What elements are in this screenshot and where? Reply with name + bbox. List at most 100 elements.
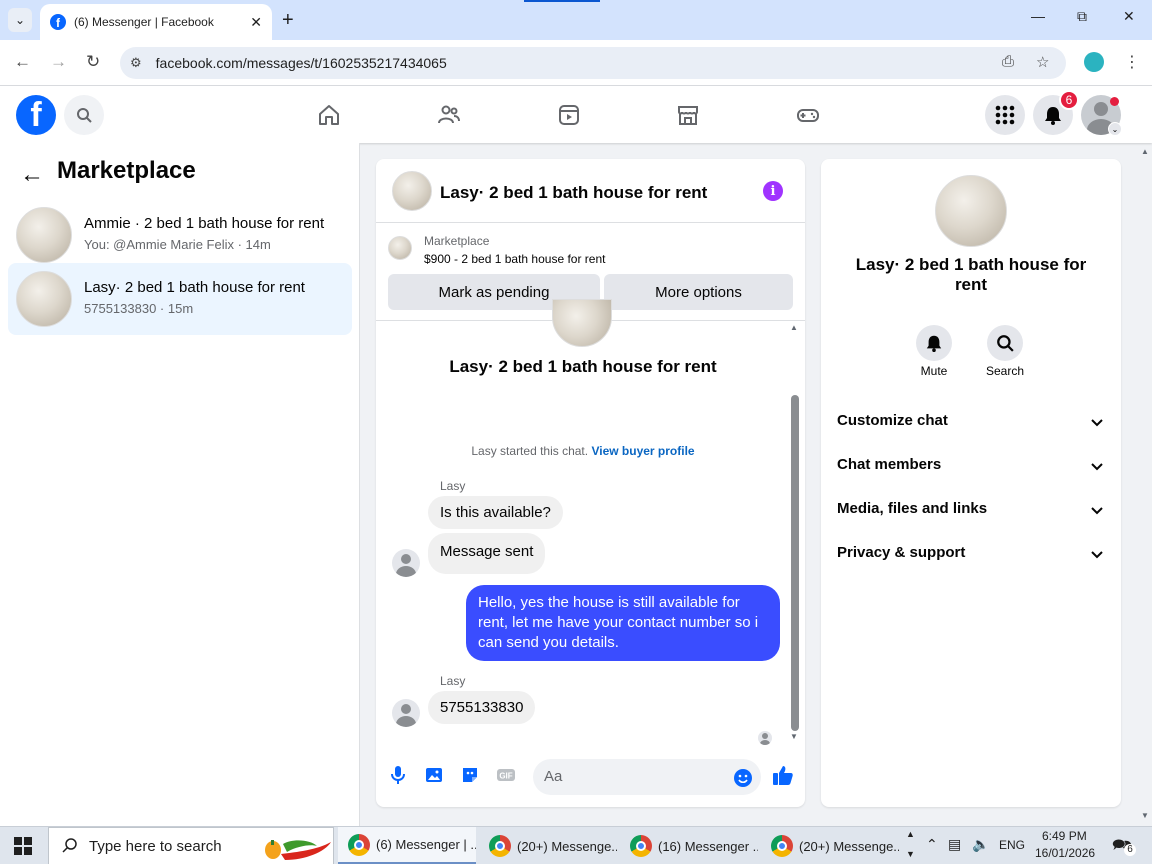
- action-center-count-badge: 6: [1124, 844, 1136, 856]
- sender-avatar[interactable]: [392, 699, 420, 727]
- facebook-search-button[interactable]: [64, 95, 104, 135]
- search-in-chat-button[interactable]: [987, 325, 1023, 361]
- chevron-down-icon: [1091, 551, 1103, 559]
- chat-title[interactable]: Lasy· 2 bed 1 bath house for rent: [440, 183, 707, 203]
- taskbar-search-box[interactable]: Type here to search: [48, 827, 334, 864]
- taskbar-app-messenger-3[interactable]: (16) Messenger ...: [620, 827, 758, 864]
- hidden-icons-chevron-icon[interactable]: ⌃: [926, 836, 938, 853]
- bell-icon: [926, 335, 942, 352]
- conversation-subtitle: You: @Ammie Marie Felix · 14m: [84, 237, 271, 252]
- back-icon[interactable]: ←: [14, 52, 31, 72]
- marketplace-icon[interactable]: [676, 103, 700, 127]
- bell-icon: [1045, 107, 1061, 125]
- page-scroll-up-icon[interactable]: ▲: [1141, 147, 1149, 156]
- menu-button[interactable]: [985, 95, 1025, 135]
- outgoing-message[interactable]: Hello, yes the house is still available …: [466, 585, 780, 661]
- microphone-icon[interactable]: [388, 765, 408, 785]
- message-input[interactable]: Aa: [533, 759, 761, 795]
- chevron-down-icon: [1091, 507, 1103, 515]
- new-tab-icon[interactable]: +: [282, 8, 294, 32]
- gif-icon[interactable]: GIF: [496, 765, 516, 785]
- back-arrow-icon[interactable]: ←: [20, 161, 44, 189]
- gaming-icon[interactable]: [796, 103, 820, 127]
- taskbar-app-messenger-2[interactable]: (20+) Messenge...: [479, 827, 617, 864]
- taskbar-app-label: (16) Messenger ...: [658, 838, 758, 854]
- clock-time[interactable]: 6:49 PM: [1042, 829, 1087, 843]
- clock-date[interactable]: 16/01/2026: [1035, 846, 1095, 860]
- browser-menu-icon[interactable]: ⋮: [1124, 52, 1140, 72]
- video-icon[interactable]: [557, 103, 581, 127]
- grid-menu-icon: [995, 105, 1015, 125]
- message-sender: Lasy: [440, 674, 466, 688]
- reload-icon[interactable]: ↻: [86, 52, 100, 72]
- chat-header: Lasy· 2 bed 1 bath house for rent i: [376, 159, 805, 223]
- tab-search-dropdown-icon[interactable]: ⌄: [8, 8, 32, 32]
- account-alert-dot: [1110, 97, 1119, 106]
- tab-title: (6) Messenger | Facebook: [74, 15, 214, 29]
- address-bar-row: ← → ↻ ⚙ facebook.com/messages/t/16025352…: [0, 40, 1152, 86]
- taskbar-scroll-up-icon[interactable]: ▲: [906, 829, 915, 839]
- facebook-favicon-icon: f: [50, 14, 66, 30]
- taskbar-app-messenger-1[interactable]: (6) Messenger | ...: [338, 827, 476, 864]
- network-icon[interactable]: ▤: [948, 836, 961, 853]
- taskbar-app-label: (6) Messenger | ...: [376, 837, 476, 852]
- bookmark-star-icon[interactable]: ☆: [1036, 53, 1049, 71]
- seen-indicator-avatar: [758, 731, 772, 745]
- chat-header-thumbnail[interactable]: [392, 171, 432, 211]
- incoming-message[interactable]: Is this available?: [428, 496, 563, 529]
- media-files-links-row[interactable]: Media, files and links: [837, 500, 1105, 524]
- site-info-icon[interactable]: ⚙: [130, 55, 142, 71]
- listing-price-title[interactable]: $900 - 2 bed 1 bath house for rent: [424, 252, 605, 266]
- install-app-icon[interactable]: ⎙: [1002, 53, 1014, 70]
- tab-strip-indicator: [524, 0, 600, 2]
- photo-icon[interactable]: [424, 765, 444, 785]
- sender-avatar[interactable]: [392, 549, 420, 577]
- browser-profile-avatar[interactable]: [1084, 52, 1104, 72]
- more-options-button[interactable]: More options: [604, 274, 793, 310]
- tab-close-icon[interactable]: ✕: [250, 14, 262, 31]
- taskbar-scroll-down-icon[interactable]: ▼: [906, 849, 915, 859]
- search-icon: [62, 838, 77, 853]
- browser-tab[interactable]: f (6) Messenger | Facebook ✕: [40, 4, 272, 40]
- sticker-icon[interactable]: [460, 765, 480, 785]
- panel-title: Marketplace: [57, 157, 196, 184]
- customize-chat-row[interactable]: Customize chat: [837, 412, 1105, 436]
- facebook-logo-icon[interactable]: f: [16, 95, 56, 135]
- windows-start-icon[interactable]: [14, 837, 32, 855]
- minimize-icon[interactable]: —: [1031, 8, 1045, 24]
- window-close-icon[interactable]: ✕: [1123, 8, 1135, 25]
- emoji-icon[interactable]: [733, 768, 753, 788]
- chat-scrollbar-thumb[interactable]: [791, 395, 799, 731]
- chevron-down-icon[interactable]: ⌄: [1108, 122, 1122, 136]
- restore-icon[interactable]: ⧉: [1077, 8, 1087, 25]
- thumbs-up-icon[interactable]: [772, 764, 794, 786]
- home-icon[interactable]: [317, 103, 341, 127]
- listing-thumbnail[interactable]: [388, 236, 412, 260]
- chat-members-row[interactable]: Chat members: [837, 456, 1105, 480]
- language-indicator[interactable]: ENG: [999, 838, 1025, 852]
- search-icon: [77, 108, 92, 123]
- info-icon[interactable]: i: [763, 181, 783, 201]
- incoming-message[interactable]: 5755133830: [428, 691, 536, 724]
- scroll-down-arrow-icon[interactable]: ▼: [790, 732, 798, 741]
- url-text[interactable]: facebook.com/messages/t/1602535217434065: [156, 55, 447, 71]
- conversation-item-active[interactable]: Lasy· 2 bed 1 bath house for rent 575513…: [8, 263, 352, 335]
- row-label: Media, files and links: [837, 500, 988, 517]
- chat-details-thumbnail[interactable]: [935, 175, 1007, 247]
- scroll-up-arrow-icon[interactable]: ▲: [790, 323, 798, 332]
- incoming-message[interactable]: Message sent: [428, 533, 546, 574]
- row-label: Privacy & support: [837, 544, 966, 561]
- page-scroll-down-icon[interactable]: ▼: [1141, 811, 1149, 820]
- privacy-support-row[interactable]: Privacy & support: [837, 544, 1105, 568]
- forward-icon[interactable]: →: [50, 52, 67, 72]
- mute-label: Mute: [920, 364, 948, 378]
- view-buyer-profile-link[interactable]: View buyer profile: [591, 444, 694, 458]
- friends-icon[interactable]: [437, 103, 461, 127]
- omnibox[interactable]: ⚙ facebook.com/messages/t/16025352174340…: [120, 47, 1066, 79]
- mute-button[interactable]: [916, 325, 952, 361]
- taskbar-app-label: (20+) Messenge...: [517, 838, 617, 854]
- volume-icon[interactable]: 🔈: [972, 836, 989, 853]
- taskbar-app-messenger-4[interactable]: (20+) Messenge...: [761, 827, 899, 864]
- intro-listing-thumbnail: [552, 299, 612, 347]
- conversation-item[interactable]: Ammie · 2 bed 1 bath house for rent You:…: [8, 199, 352, 271]
